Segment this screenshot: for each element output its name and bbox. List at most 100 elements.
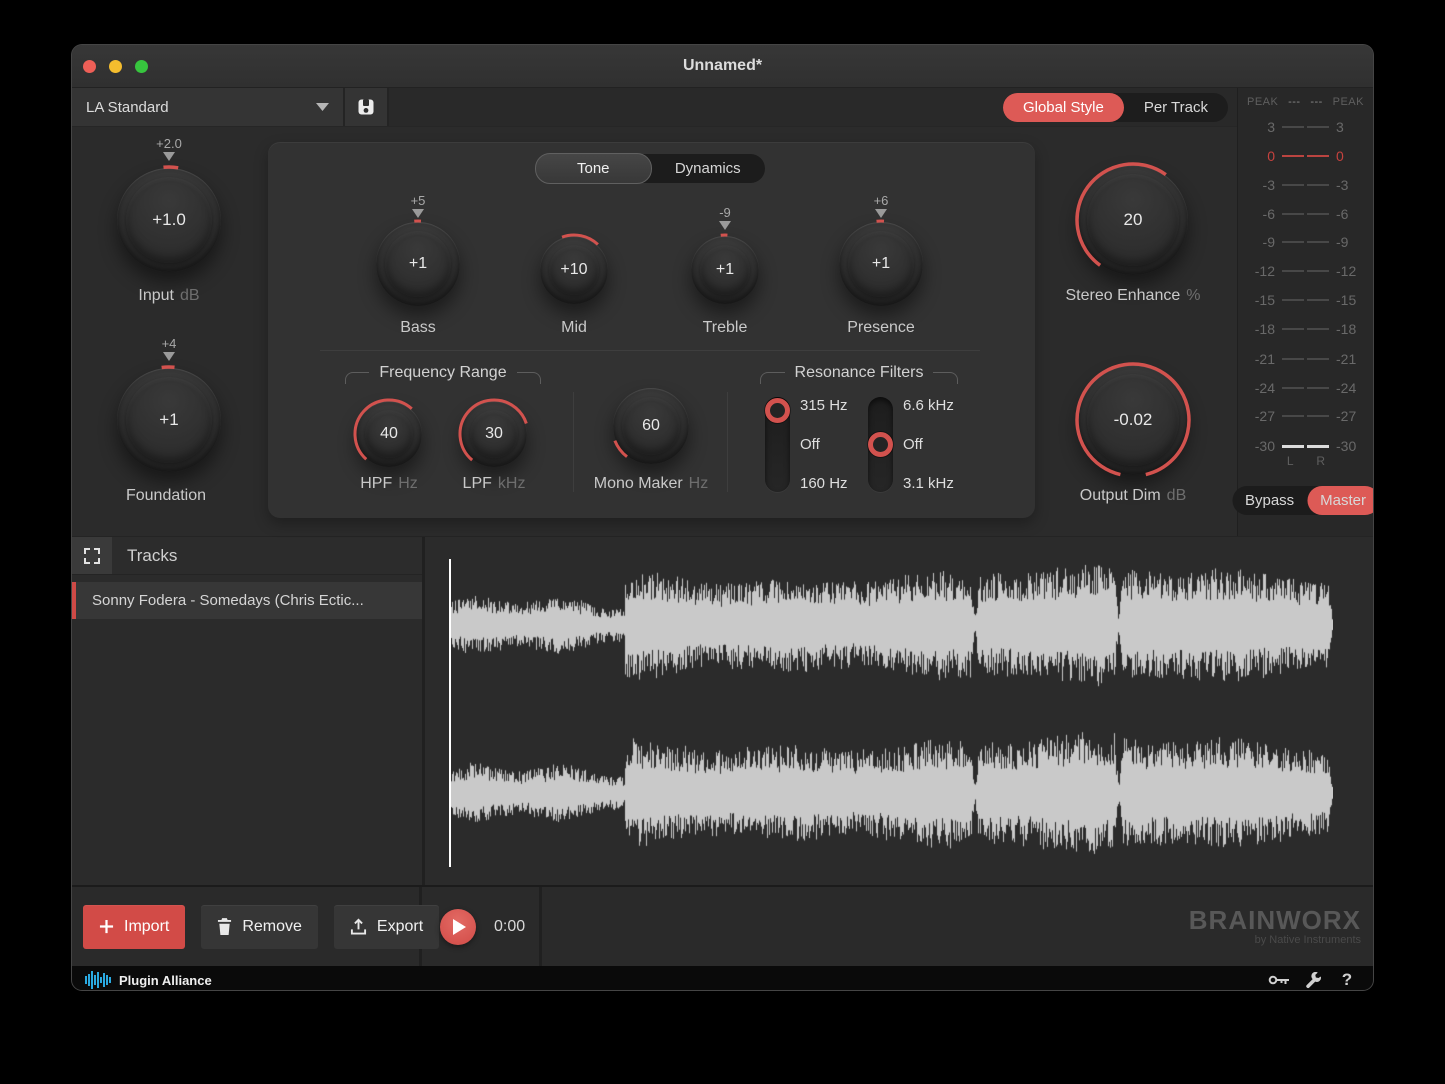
resonance-high-option[interactable]: 6.6 kHz bbox=[903, 397, 954, 414]
bass-knob-label: Bass bbox=[358, 319, 478, 337]
import-button[interactable]: Import bbox=[83, 905, 185, 949]
presence-knob[interactable]: +1 bbox=[839, 222, 923, 306]
hpf-knob-value: 40 bbox=[356, 401, 422, 467]
export-icon bbox=[350, 918, 367, 935]
style-toggle: Global Style Per Track bbox=[1003, 93, 1228, 122]
meter-channel-left: L bbox=[1275, 454, 1306, 468]
save-icon bbox=[356, 97, 376, 117]
mid-knob[interactable]: +10 bbox=[540, 236, 608, 304]
resonance-low-slider[interactable] bbox=[765, 397, 790, 492]
bass-knob-value: +1 bbox=[376, 222, 460, 306]
treble-knob[interactable]: +1 bbox=[691, 236, 759, 304]
playback-time: 0:00 bbox=[494, 918, 525, 936]
resonance-low-slider-handle[interactable] bbox=[765, 398, 790, 423]
wrench-icon bbox=[1305, 972, 1322, 989]
brand-block: BRAINWORX by Native Instruments bbox=[542, 887, 1373, 966]
meter-channel-labels: L R bbox=[1275, 454, 1336, 468]
resonance-low-option[interactable]: 160 Hz bbox=[800, 475, 848, 492]
stereo-enhance-knob-value: 20 bbox=[1078, 165, 1188, 275]
lpf-knob[interactable]: 30 bbox=[461, 401, 527, 467]
meter-scale-row: -24-24 bbox=[1238, 378, 1373, 398]
peak-value-left: --- bbox=[1288, 96, 1301, 108]
resonance-high-option[interactable]: 3.1 kHz bbox=[903, 475, 954, 492]
plugin-window: Unnamed* LA Standard Global Style bbox=[72, 45, 1373, 990]
meter-channel-right: R bbox=[1306, 454, 1337, 468]
trash-icon bbox=[217, 918, 232, 935]
resonance-low-option[interactable]: Off bbox=[800, 436, 848, 453]
preset-dropdown[interactable]: LA Standard bbox=[72, 88, 345, 126]
meter-scale-row: -21-21 bbox=[1238, 349, 1373, 369]
play-button[interactable] bbox=[440, 909, 476, 945]
stereo-enhance-knob[interactable]: 20 bbox=[1078, 165, 1188, 275]
meter-level-bars: -30-30 bbox=[1238, 436, 1373, 456]
meter-scale-row: 33 bbox=[1238, 117, 1373, 137]
title-bar: Unnamed* bbox=[72, 45, 1373, 88]
resonance-high-options: 6.6 kHz Off 3.1 kHz bbox=[903, 397, 954, 492]
hpf-knob-label: HPFHz bbox=[329, 475, 449, 493]
tracks-header: Tracks bbox=[72, 537, 422, 575]
global-style-button[interactable]: Global Style bbox=[1003, 93, 1124, 122]
key-icon bbox=[1268, 974, 1290, 986]
output-dim-knob-label: Output DimdB bbox=[1033, 487, 1233, 505]
bypass-button[interactable]: Bypass bbox=[1232, 486, 1307, 515]
brand-byline: by Native Instruments bbox=[1255, 934, 1361, 946]
foundation-knob-label: Foundation bbox=[89, 487, 249, 505]
waveform-display[interactable] bbox=[425, 537, 1373, 885]
help-button[interactable]: ? bbox=[1334, 970, 1360, 990]
bass-knob[interactable]: +1 bbox=[376, 222, 460, 306]
play-icon bbox=[453, 919, 466, 935]
foundation-knob[interactable]: +1 bbox=[117, 368, 221, 472]
brand-name: BRAINWORX bbox=[1189, 907, 1361, 933]
tone-panel: Tone Dynamics +5 +1 bbox=[268, 142, 1035, 518]
tracks-title: Tracks bbox=[127, 546, 177, 566]
treble-knob-marker: -9 bbox=[685, 206, 765, 236]
resonance-high-slider-handle[interactable] bbox=[868, 432, 893, 457]
vertical-divider bbox=[727, 392, 728, 492]
resonance-low-options: 315 Hz Off 160 Hz bbox=[800, 397, 848, 492]
tab-tone[interactable]: Tone bbox=[535, 153, 652, 184]
meter-scale-row: -18-18 bbox=[1238, 319, 1373, 339]
expand-tracks-button[interactable] bbox=[72, 537, 112, 574]
peak-readout: PEAK------PEAK bbox=[1238, 96, 1373, 108]
presence-knob-label: Presence bbox=[821, 319, 941, 337]
meter-scale-row: -9-9 bbox=[1238, 232, 1373, 252]
resonance-high-option[interactable]: Off bbox=[903, 436, 954, 453]
tone-dynamics-tabs: Tone Dynamics bbox=[536, 154, 765, 183]
peak-value-right: --- bbox=[1310, 96, 1323, 108]
mono-maker-knob[interactable]: 60 bbox=[613, 388, 689, 464]
playhead bbox=[449, 559, 451, 867]
bass-knob-marker: +5 bbox=[378, 194, 458, 224]
meter-scale-row: -27-27 bbox=[1238, 406, 1373, 426]
meter-scale-row: -3-3 bbox=[1238, 175, 1373, 195]
foundation-knob-value: +1 bbox=[117, 368, 221, 472]
mid-knob-label: Mid bbox=[514, 319, 634, 337]
license-key-button[interactable] bbox=[1266, 974, 1292, 986]
mid-knob-value: +10 bbox=[540, 236, 608, 304]
per-track-button[interactable]: Per Track bbox=[1124, 93, 1228, 122]
marker-triangle-icon bbox=[719, 221, 731, 236]
meter-scale-row-zero: 00 bbox=[1238, 146, 1373, 166]
input-knob-marker: +2.0 bbox=[119, 137, 219, 167]
meter-scale-row: -6-6 bbox=[1238, 204, 1373, 224]
resonance-low-option[interactable]: 315 Hz bbox=[800, 397, 848, 414]
meter-scale-row: -15-15 bbox=[1238, 290, 1373, 310]
remove-button[interactable]: Remove bbox=[201, 905, 318, 949]
preset-label: LA Standard bbox=[86, 99, 169, 116]
input-knob[interactable]: +1.0 bbox=[117, 168, 221, 272]
save-preset-button[interactable] bbox=[345, 88, 389, 126]
settings-button[interactable] bbox=[1300, 972, 1326, 989]
master-button[interactable]: Master bbox=[1307, 486, 1373, 515]
treble-knob-label: Treble bbox=[665, 319, 785, 337]
frequency-range-section-title: Frequency Range bbox=[345, 364, 541, 382]
input-knob-label: InputdB bbox=[89, 287, 249, 305]
output-dim-knob[interactable]: -0.02 bbox=[1078, 365, 1188, 475]
tab-dynamics[interactable]: Dynamics bbox=[651, 154, 766, 183]
chevron-down-icon bbox=[316, 103, 329, 111]
treble-knob-value: +1 bbox=[691, 236, 759, 304]
presence-knob-value: +1 bbox=[839, 222, 923, 306]
resonance-filters-section-title: Resonance Filters bbox=[760, 364, 958, 382]
expand-icon bbox=[84, 548, 100, 564]
hpf-knob[interactable]: 40 bbox=[356, 401, 422, 467]
track-list-item[interactable]: Sonny Fodera - Somedays (Chris Ectic... bbox=[72, 582, 422, 619]
resonance-high-slider[interactable] bbox=[868, 397, 893, 492]
